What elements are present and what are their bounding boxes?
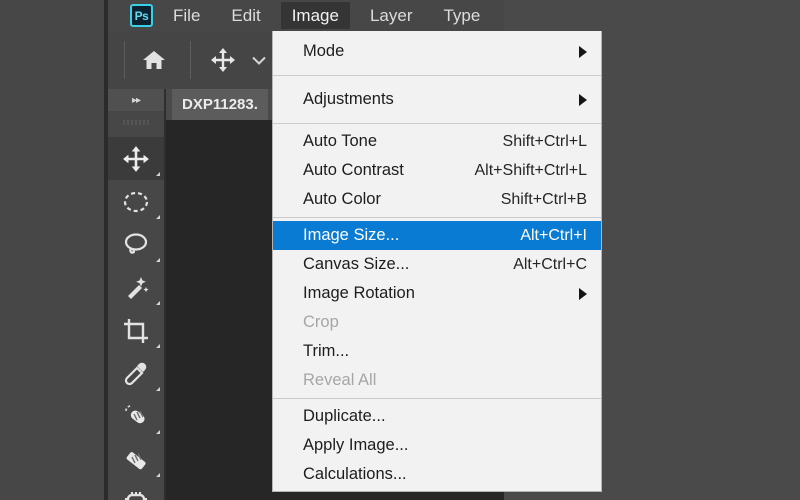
brush-tool[interactable] [108,438,164,481]
elliptical-marquee-tool[interactable] [108,180,164,223]
tool-flyout-indicator [156,430,160,434]
menu-item-duplicate[interactable]: Duplicate... [273,402,601,431]
menu-bar-item-edit[interactable]: Edit [220,2,271,29]
menu-item-calculations[interactable]: Calculations... [273,460,601,489]
tool-flyout-indicator [156,258,160,262]
options-divider-left [124,41,125,79]
menu-separator [273,398,601,399]
menu-item-label: Image Rotation [303,284,415,302]
menu-item-label: Auto Color [303,190,381,208]
menu-item-shortcut: Shift+Ctrl+L [502,132,587,150]
menu-item-reveal-all: Reveal All [273,366,601,395]
menu-item-label: Apply Image... [303,436,409,454]
submenu-arrow-icon [579,45,587,58]
photoshop-window: Ps FileEditImageLayerTypeSelectFilter3D … [0,0,800,500]
menu-separator [273,217,601,218]
menu-item-image-size[interactable]: Image Size... Alt+Ctrl+I [273,221,601,250]
window-left-gutter [0,0,108,500]
home-icon[interactable] [130,37,178,83]
menu-item-image-rotation[interactable]: Image Rotation [273,279,601,308]
menu-item-shortcut: Alt+Ctrl+I [520,226,587,244]
menu-item-label: Image Size... [303,226,400,244]
menu-item-auto-color[interactable]: Auto Color Shift+Ctrl+B [273,185,601,214]
chevron-down-icon[interactable] [246,37,272,83]
image-menu-dropdown: Mode Adjustments Auto Tone Shift+Ctrl+L Auto… [272,31,602,492]
menu-item-shortcut: Shift+Ctrl+B [500,190,587,208]
menu-item-shortcut: Alt+Ctrl+C [513,255,587,273]
submenu-arrow-icon [579,93,587,106]
tools-panel-grip[interactable] [108,111,164,133]
submenu-arrow-icon [579,287,587,300]
menu-bar-item-image[interactable]: Image [280,2,350,29]
eyedropper-tool[interactable] [108,352,164,395]
menu-item-label: Mode [303,42,345,60]
move-tool[interactable] [108,137,164,180]
tool-flyout-indicator [156,172,160,176]
menu-item-crop: Crop [273,308,601,337]
menu-item-apply-image[interactable]: Apply Image... [273,431,601,460]
menu-item-auto-tone[interactable]: Auto Tone Shift+Ctrl+L [273,127,601,156]
menu-item-auto-contrast[interactable]: Auto Contrast Alt+Shift+Ctrl+L [273,156,601,185]
menu-separator [273,75,601,76]
double-chevron-right-icon[interactable]: ▸▸ [108,89,164,111]
tool-flyout-indicator [156,473,160,477]
tool-flyout-indicator [156,215,160,219]
menu-item-label: Crop [303,313,339,331]
menu-bar-item-layer[interactable]: Layer [359,2,424,29]
menu-item-mode[interactable]: Mode [273,31,601,72]
clone-stamp-tool[interactable] [108,481,164,500]
document-tab[interactable]: DXP11283. [172,89,268,120]
menu-item-trim[interactable]: Trim... [273,337,601,366]
spot-healing-brush-tool[interactable] [108,395,164,438]
tool-flyout-indicator [156,344,160,348]
menu-bar-item-type[interactable]: Type [432,2,491,29]
menu-item-canvas-size[interactable]: Canvas Size... Alt+Ctrl+C [273,250,601,279]
menu-separator [273,123,601,124]
options-divider-mid [190,41,191,79]
tool-flyout-indicator [156,387,160,391]
menu-item-label: Trim... [303,342,350,360]
menu-item-label: Duplicate... [303,407,386,425]
collapse-glyph: ▸▸ [131,94,141,106]
menu-item-label: Reveal All [303,371,377,389]
crop-tool[interactable] [108,309,164,352]
tools-panel: ▸▸ [108,89,164,500]
menu-bar-item-file[interactable]: File [162,2,211,29]
menu-item-label: Auto Contrast [303,161,404,179]
magic-wand-tool[interactable] [108,266,164,309]
menu-item-shortcut: Alt+Shift+Ctrl+L [474,161,588,179]
menu-item-label: Auto Tone [303,132,378,150]
lasso-tool[interactable] [108,223,164,266]
tool-flyout-indicator [156,301,160,305]
photoshop-logo-icon: Ps [130,4,153,27]
menu-item-label: Canvas Size... [303,255,410,273]
move-tool-icon[interactable] [200,37,246,83]
menu-item-label: Calculations... [303,465,407,483]
menu-item-adjustments[interactable]: Adjustments [273,79,601,120]
menu-item-label: Adjustments [303,90,394,108]
